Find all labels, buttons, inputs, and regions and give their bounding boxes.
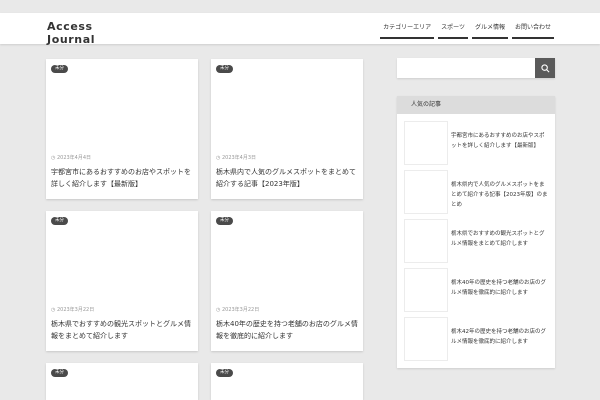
- nav-item-sports[interactable]: スポーツ: [438, 14, 468, 39]
- main-nav: カテゴリーエリア スポーツ グルメ情報 お問い合わせ: [380, 14, 554, 39]
- article-card[interactable]: 未分 ◷ 2023年3月22日 栃木40年の歴史を持つ老舗のお店のグルメ情報を徹…: [211, 211, 363, 351]
- article-card[interactable]: 未分 ◷ 2023年4月3日 栃木県内で人気のグルメスポットをまとめて紹介する記…: [211, 59, 363, 199]
- post-date: ◷ 2023年4月4日: [51, 155, 92, 161]
- article-title[interactable]: 栃木県でおすすめの観光スポットとグルメ情報をまとめて紹介します: [51, 318, 193, 342]
- thumbnail[interactable]: [404, 317, 448, 361]
- post-date: ◷ 2023年4月3日: [216, 155, 257, 161]
- widget-item[interactable]: 栃木40年の歴史を持つ老舗のお店のグルメ情報を徹底的に紹介します: [397, 268, 555, 312]
- search-box: [397, 58, 555, 78]
- search-icon: [540, 63, 549, 72]
- widget-item-title[interactable]: 宇都宮市にあるおすすめのお店やスポットを詳しく紹介します【最新版】: [451, 131, 549, 151]
- widget-item[interactable]: 栃木県内で人気のグルメスポットをまとめて紹介する記事【2023年版】のまとめ: [397, 170, 555, 214]
- widget-item-title[interactable]: 栃木40年の歴史を持つ老舗のお店のグルメ情報を徹底的に紹介します: [451, 278, 549, 298]
- category-badge: 未分: [216, 369, 233, 377]
- nav-item-gourmet[interactable]: グルメ情報: [471, 14, 508, 39]
- article-title[interactable]: 宇都宮市にあるおすすめのお店やスポットを詳しく紹介します【最新版】: [51, 166, 193, 190]
- nav-item-contact[interactable]: お問い合わせ: [511, 14, 554, 39]
- post-date: ◷ 2023年3月22日: [216, 307, 260, 313]
- category-badge: 未分: [216, 217, 233, 225]
- widget-item-title[interactable]: 栃木42年の歴史を持つ老舗のお店のグルメ情報を徹底的に紹介します: [451, 327, 549, 347]
- thumbnail[interactable]: [404, 121, 448, 165]
- category-badge: 未分: [51, 217, 68, 225]
- search-button[interactable]: [535, 58, 555, 78]
- site-title[interactable]: Access Journal: [47, 20, 107, 46]
- article-title[interactable]: 栃木40年の歴史を持つ老舗のお店のグルメ情報を徹底的に紹介します: [216, 318, 358, 342]
- thumbnail[interactable]: [404, 219, 448, 263]
- thumbnail[interactable]: [404, 170, 448, 214]
- post-date: ◷ 2023年3月22日: [51, 307, 95, 313]
- widget-item-title[interactable]: 栃木県でおすすめの観光スポットとグルメ情報をまとめて紹介します: [451, 229, 549, 249]
- nav-item-category[interactable]: カテゴリーエリア: [380, 14, 435, 39]
- article-card[interactable]: 未分 ◷ 2023年4月4日 宇都宮市にあるおすすめのお店やスポットを詳しく紹介…: [46, 59, 198, 199]
- article-card[interactable]: 未分 ◷ 2023年3月22日 栃木県でおすすめの観光スポットとグルメ情報をまと…: [46, 211, 198, 351]
- category-badge: 未分: [51, 65, 68, 73]
- popular-posts-widget: 人気の記事 宇都宮市にあるおすすめのお店やスポットを詳しく紹介します【最新版】 …: [397, 96, 555, 368]
- widget-item-title[interactable]: 栃木県内で人気のグルメスポットをまとめて紹介する記事【2023年版】のまとめ: [451, 180, 549, 210]
- widget-title: 人気の記事: [397, 96, 555, 114]
- widget-item[interactable]: 栃木42年の歴史を持つ老舗のお店のグルメ情報を徹底的に紹介します: [397, 317, 555, 361]
- widget-item[interactable]: 栃木県でおすすめの観光スポットとグルメ情報をまとめて紹介します: [397, 219, 555, 263]
- widget-item[interactable]: 宇都宮市にあるおすすめのお店やスポットを詳しく紹介します【最新版】: [397, 121, 555, 165]
- article-title[interactable]: 栃木県内で人気のグルメスポットをまとめて紹介する記事【2023年版】: [216, 166, 358, 190]
- category-badge: 未分: [51, 369, 68, 377]
- thumbnail[interactable]: [404, 268, 448, 312]
- category-badge: 未分: [216, 65, 233, 73]
- search-input[interactable]: [397, 58, 535, 78]
- article-card[interactable]: 未分: [46, 363, 198, 400]
- article-card[interactable]: 未分: [211, 363, 363, 400]
